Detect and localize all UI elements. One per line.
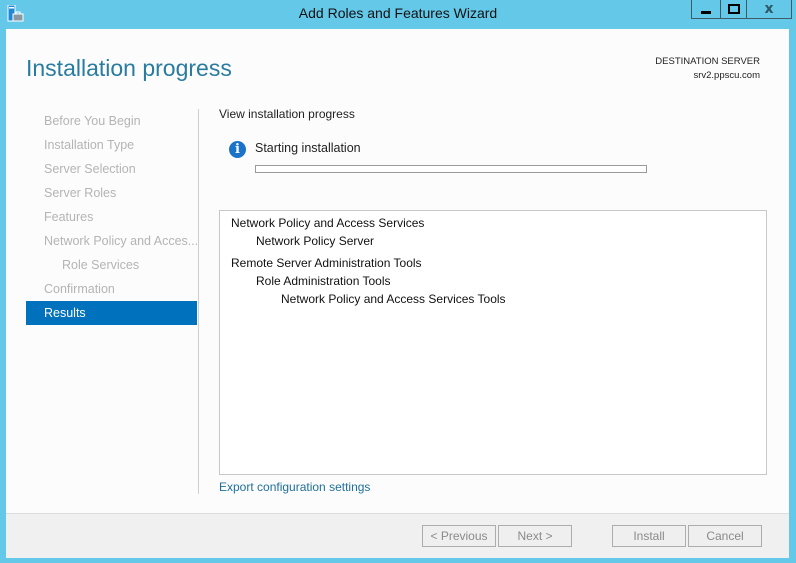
close-button[interactable]: x <box>746 0 792 19</box>
export-configuration-link[interactable]: Export configuration settings <box>219 480 370 494</box>
nav-item-features[interactable]: Features <box>26 205 197 229</box>
wizard-nav: Before You Begin Installation Type Serve… <box>26 109 197 325</box>
cancel-button[interactable]: Cancel <box>688 525 762 547</box>
info-icon: i <box>229 141 246 158</box>
nav-item-results[interactable]: Results <box>26 301 197 325</box>
nav-item-role-services[interactable]: Role Services <box>26 253 197 277</box>
maximize-button[interactable] <box>720 0 746 19</box>
result-item: Network Policy and Access Services Tools <box>281 292 506 306</box>
nav-item-network-policy[interactable]: Network Policy and Acces... <box>26 229 197 253</box>
main-content: View installation progress i Starting in… <box>219 107 647 173</box>
minimize-button[interactable] <box>691 0 720 19</box>
previous-button[interactable]: < Previous <box>422 525 496 547</box>
title-bar[interactable]: Add Roles and Features Wizard x <box>0 0 796 29</box>
nav-item-installation-type[interactable]: Installation Type <box>26 133 197 157</box>
minimize-icon <box>701 10 711 14</box>
nav-item-server-selection[interactable]: Server Selection <box>26 157 197 181</box>
results-list: Network Policy and Access Services Netwo… <box>219 210 767 475</box>
close-icon: x <box>764 1 774 17</box>
page-title: Installation progress <box>26 55 232 81</box>
progress-bar <box>255 165 647 173</box>
result-item: Role Administration Tools <box>256 274 391 288</box>
wizard-client-area: Installation progress DESTINATION SERVER… <box>6 29 789 558</box>
section-heading: View installation progress <box>219 107 355 121</box>
destination-server-info: DESTINATION SERVER srv2.ppscu.com <box>655 55 760 83</box>
result-item: Remote Server Administration Tools <box>231 256 422 270</box>
nav-item-confirmation[interactable]: Confirmation <box>26 277 197 301</box>
window-title: Add Roles and Features Wizard <box>298 5 498 21</box>
result-item: Network Policy Server <box>256 234 375 248</box>
nav-divider <box>198 109 199 494</box>
nav-item-server-roles[interactable]: Server Roles <box>26 181 197 205</box>
destination-server-label: DESTINATION SERVER <box>655 56 760 67</box>
window-controls: x <box>691 0 792 20</box>
destination-server-name: srv2.ppscu.com <box>693 70 760 81</box>
maximize-icon <box>727 4 740 14</box>
install-button[interactable]: Install <box>612 525 686 547</box>
next-button[interactable]: Next > <box>498 525 572 547</box>
wizard-footer: < Previous Next > Install Cancel <box>6 513 789 558</box>
status-text: Starting installation <box>255 141 361 155</box>
result-item: Network Policy and Access Services <box>231 216 425 230</box>
nav-item-before-you-begin[interactable]: Before You Begin <box>26 109 197 133</box>
